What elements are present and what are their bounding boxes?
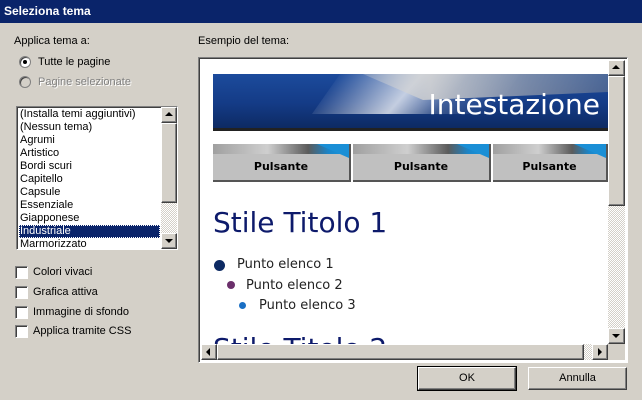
arrow-up-icon xyxy=(612,65,620,69)
list-item[interactable]: Agrumi xyxy=(19,134,160,147)
background-image-checkbox[interactable] xyxy=(15,306,28,319)
preview-button: Pulsante xyxy=(353,144,491,182)
arrow-left-icon xyxy=(206,348,210,356)
preview-scroll-left-button[interactable] xyxy=(201,344,217,360)
banner-title: Intestazione xyxy=(428,88,600,121)
preview-scroll-up-button[interactable] xyxy=(608,60,625,76)
scroll-thumb[interactable] xyxy=(161,123,177,203)
theme-list[interactable]: (Installa temi aggiuntivi) (Nessun tema)… xyxy=(16,106,178,250)
cancel-button[interactable]: Annulla xyxy=(528,367,627,390)
preview-banner: Intestazione xyxy=(213,74,608,128)
banner-underline xyxy=(213,128,608,131)
list-item[interactable]: Capitello xyxy=(19,173,160,186)
theme-dialog: Applica tema a: Tutte le pagine Pagine s… xyxy=(0,23,642,400)
apply-css-checkbox[interactable] xyxy=(15,325,28,338)
preview-vscroll-thumb[interactable] xyxy=(608,76,625,206)
preview-button-label: Pulsante xyxy=(522,160,577,173)
preview-hscroll-thumb[interactable] xyxy=(217,344,584,360)
bullet-3-text: Punto elenco 3 xyxy=(259,298,356,313)
preview-button: Pulsante xyxy=(213,144,351,182)
radio-all-pages[interactable] xyxy=(19,56,31,68)
preview-canvas: Intestazione Pulsante Pulsante Pulsante … xyxy=(201,60,608,344)
preview-heading-1: Stile Titolo 1 xyxy=(213,206,388,239)
theme-preview: Intestazione Pulsante Pulsante Pulsante … xyxy=(198,57,628,363)
vivid-colors-label[interactable]: Colori vivaci xyxy=(33,266,92,278)
preview-button-label: Pulsante xyxy=(393,160,449,173)
arrow-down-icon xyxy=(612,334,620,338)
apply-to-label: Applica tema a: xyxy=(14,35,90,47)
list-item[interactable]: Essenziale xyxy=(19,199,160,212)
list-item-selected[interactable]: Industriale xyxy=(19,225,160,238)
preview-scroll-right-button[interactable] xyxy=(592,344,608,360)
list-item[interactable]: Bordi scuri xyxy=(19,160,160,173)
list-item[interactable]: Giapponese xyxy=(19,212,160,225)
all-pages-label[interactable]: Tutte le pagine xyxy=(38,56,110,68)
bullet-3-icon xyxy=(239,302,246,309)
bullet-2-text: Punto elenco 2 xyxy=(246,278,343,293)
background-image-label[interactable]: Immagine di sfondo xyxy=(33,306,129,318)
bullet-1-text: Punto elenco 1 xyxy=(237,257,334,272)
scroll-up-button[interactable] xyxy=(161,107,177,123)
list-item[interactable]: Capsule xyxy=(19,186,160,199)
preview-scroll-down-button[interactable] xyxy=(608,328,625,344)
scroll-down-button[interactable] xyxy=(161,233,177,249)
preview-heading-2: Stile Titolo 2 xyxy=(213,332,387,344)
preview-button: Pulsante xyxy=(493,144,608,182)
list-item[interactable]: Artistico xyxy=(19,147,160,160)
vivid-colors-checkbox[interactable] xyxy=(15,266,28,279)
active-graphics-checkbox[interactable] xyxy=(15,286,28,299)
ok-button[interactable]: OK xyxy=(417,366,517,391)
preview-label: Esempio del tema: xyxy=(198,35,290,47)
selected-pages-label: Pagine selezionate xyxy=(38,76,131,88)
arrow-up-icon xyxy=(165,112,173,116)
list-item[interactable]: Marmorizzato xyxy=(19,238,160,249)
bullet-1-icon xyxy=(214,260,225,271)
list-item[interactable]: (Installa temi aggiuntivi) xyxy=(19,108,160,121)
list-item[interactable]: (Nessun tema) xyxy=(19,121,160,134)
active-graphics-label[interactable]: Grafica attiva xyxy=(33,286,98,298)
arrow-down-icon xyxy=(165,239,173,243)
bullet-2-icon xyxy=(227,281,235,289)
window-title: Seleziona tema xyxy=(0,0,642,23)
preview-button-label: Pulsante xyxy=(253,160,309,173)
arrow-right-icon xyxy=(598,348,602,356)
scrollbar-corner xyxy=(608,344,625,360)
radio-selected-pages xyxy=(19,76,31,88)
apply-css-label[interactable]: Applica tramite CSS xyxy=(33,325,131,337)
